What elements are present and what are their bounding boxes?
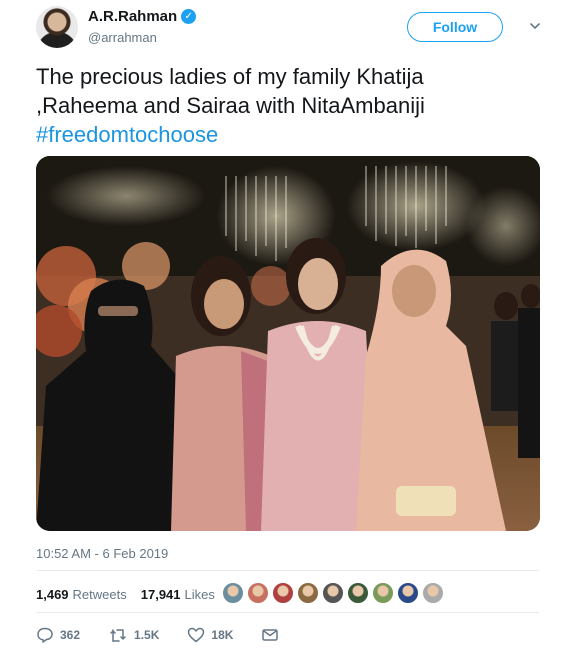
verified-badge-icon: ✓ xyxy=(181,9,197,24)
liker-avatar[interactable] xyxy=(397,582,419,604)
heart-icon xyxy=(188,627,205,643)
liker-avatar[interactable] xyxy=(422,582,444,604)
retweets-count: 1,469 xyxy=(36,586,69,602)
like-button[interactable]: 18K xyxy=(187,626,233,644)
reply-icon xyxy=(37,627,53,643)
tweet-photo[interactable] xyxy=(36,156,540,531)
retweet-button[interactable]: 1.5K xyxy=(108,626,159,644)
author-display-name[interactable]: A.R.Rahman xyxy=(88,8,177,25)
author-handle[interactable]: @arrahman xyxy=(88,30,157,45)
liker-avatar[interactable] xyxy=(222,582,244,604)
retweets-label: Retweets xyxy=(72,586,127,602)
tweet-stats: 1,469 Retweets 17,941 Likes xyxy=(36,584,215,604)
divider xyxy=(36,570,539,571)
liker-avatar[interactable] xyxy=(272,582,294,604)
retweet-icon xyxy=(110,629,126,642)
divider xyxy=(36,612,539,613)
author-avatar[interactable] xyxy=(36,6,78,48)
tweet-text: The precious ladies of my family Khatija… xyxy=(36,62,536,149)
tweet-text-line: The precious ladies of my family Khatija xyxy=(36,64,424,89)
liker-avatar[interactable] xyxy=(322,582,344,604)
liker-avatar[interactable] xyxy=(297,582,319,604)
envelope-icon xyxy=(262,629,279,641)
liker-avatar[interactable] xyxy=(247,582,269,604)
direct-message-button[interactable] xyxy=(261,626,285,644)
reply-button[interactable]: 362 xyxy=(36,626,80,644)
photo-illustration xyxy=(36,156,540,531)
retweets-stat[interactable]: 1,469 Retweets xyxy=(36,587,127,602)
chevron-down-icon[interactable] xyxy=(529,20,541,32)
tweet-timestamp[interactable]: 10:52 AM - 6 Feb 2019 xyxy=(36,546,168,561)
likes-stat[interactable]: 17,941 Likes xyxy=(141,587,215,602)
like-count: 18K xyxy=(211,628,234,642)
liker-avatar[interactable] xyxy=(372,582,394,604)
likes-label: Likes xyxy=(184,586,215,602)
likes-count: 17,941 xyxy=(140,586,181,602)
tweet-actions: 362 1.5K 18K xyxy=(36,626,313,644)
liker-avatars xyxy=(222,582,444,604)
follow-button[interactable]: Follow xyxy=(407,12,503,42)
hashtag-link[interactable]: #freedomtochoose xyxy=(36,120,536,149)
author-name-line: A.R.Rahman ✓ xyxy=(88,8,197,25)
reply-count: 362 xyxy=(60,628,81,642)
retweet-count: 1.5K xyxy=(134,628,160,642)
tweet-header: A.R.Rahman ✓ @arrahman Follow xyxy=(36,6,555,50)
liker-avatar[interactable] xyxy=(347,582,369,604)
tweet-text-line: ,Raheema and Sairaa with NitaAmbaniji xyxy=(36,93,425,118)
